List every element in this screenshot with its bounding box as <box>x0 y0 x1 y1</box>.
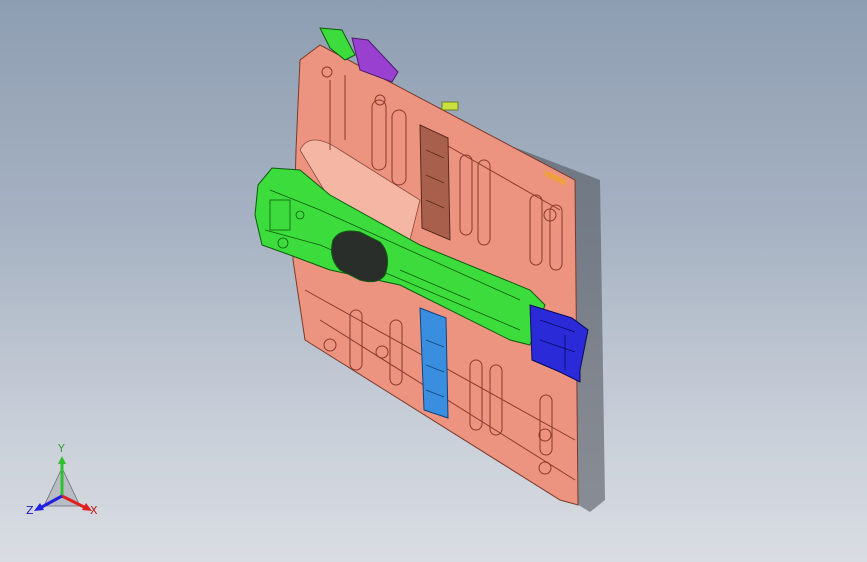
z-axis-label: Z <box>26 504 34 517</box>
blue-plate[interactable] <box>419 307 449 419</box>
yellow-clip[interactable] <box>441 101 459 111</box>
floor-panel-model[interactable] <box>0 0 867 562</box>
brown-bracket[interactable] <box>419 124 451 241</box>
graphics-viewport[interactable]: Y X Z <box>0 0 867 562</box>
y-arrow-icon <box>58 456 66 464</box>
x-axis-label: X <box>90 504 98 517</box>
y-axis-label: Y <box>58 442 65 455</box>
reference-triad: Y X Z <box>24 442 104 528</box>
